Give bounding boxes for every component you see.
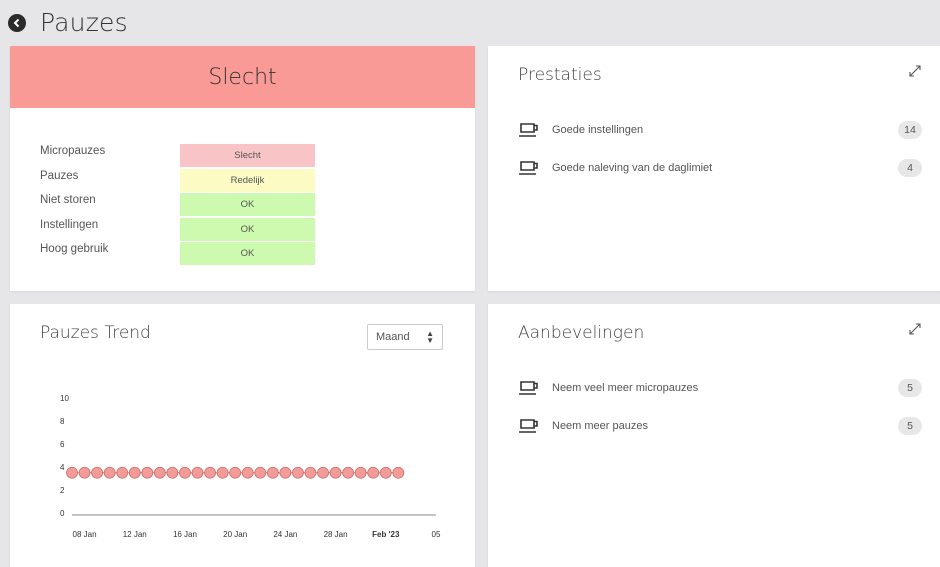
data-point: [379, 466, 392, 479]
x-tick-label: 24 Jan: [273, 530, 297, 539]
trend-chart: 0 2 4 6 8 10 08 Jan 12 Jan 16 Jan 20 Jan 24 Jan 28 …: [60, 394, 441, 539]
count-badge: 14: [898, 121, 922, 139]
status-row-pauzes: Pauzes Redelijk: [40, 167, 315, 192]
status-list: Micropauzes Slecht Pauzes Redelijk Niet …: [40, 142, 315, 265]
data-point: [392, 466, 405, 479]
recommendations-list: Neem veel meer micropauzes 5 Neem meer p…: [518, 369, 922, 445]
list-item: Goede naleving van de daglimiet 4: [518, 149, 922, 187]
overall-status-banner: Slecht: [10, 46, 475, 108]
data-point: [128, 466, 141, 479]
back-icon[interactable]: [8, 14, 26, 32]
data-point: [141, 466, 154, 479]
x-tick-label: 05: [432, 530, 441, 539]
status-row-instellingen: Instellingen OK: [40, 216, 315, 241]
y-tick-label: 10: [60, 394, 69, 403]
data-point: [304, 466, 317, 479]
item-label: Neem meer pauzes: [552, 420, 648, 432]
data-point: [103, 466, 116, 479]
count-badge: 4: [898, 159, 922, 177]
coffee-cup-icon: [518, 418, 540, 434]
coffee-cup-icon: [518, 160, 540, 176]
page-title: Pauzes: [40, 8, 128, 37]
data-point: [229, 466, 242, 479]
item-label: Goede instellingen: [552, 124, 644, 136]
status-badge: Slecht: [180, 144, 315, 167]
data-point: [116, 466, 129, 479]
x-tick-label: 12 Jan: [123, 530, 147, 539]
data-point: [241, 466, 254, 479]
status-badge: OK: [180, 193, 315, 216]
data-point: [329, 466, 342, 479]
coffee-cup-icon: [518, 380, 540, 396]
data-point: [367, 466, 380, 479]
list-item: Neem meer pauzes 5: [518, 407, 922, 445]
y-tick-label: 8: [60, 417, 65, 426]
expand-icon[interactable]: [908, 64, 922, 78]
data-point: [191, 466, 204, 479]
trend-card: Pauzes Trend Maand ▲ ▼ 0 2 4 6 8 10 08 Jan 12 Ja…: [10, 304, 475, 567]
data-point: [153, 466, 166, 479]
data-point: [354, 466, 367, 479]
status-row-niet-storen: Niet storen OK: [40, 191, 315, 216]
status-label: Niet storen: [40, 194, 96, 206]
y-tick-label: 0: [60, 509, 65, 518]
data-point: [317, 466, 329, 479]
data-point: [179, 466, 191, 479]
recommendations-card: Aanbevelingen Neem veel meer micropauzes…: [488, 304, 940, 567]
achievements-card: Prestaties Goede instellingen 14 Goede n…: [488, 46, 940, 291]
data-point: [254, 466, 267, 479]
x-tick-label: 16 Jan: [173, 530, 197, 539]
status-row-hoog-gebruik: Hoog gebruik OK: [40, 240, 315, 265]
data-point: [204, 466, 216, 479]
list-item: Goede instellingen 14: [518, 111, 922, 149]
data-point: [78, 466, 91, 479]
status-card: Slecht Micropauzes Slecht Pauzes Redelij…: [10, 46, 475, 291]
status-label: Micropauzes: [40, 145, 106, 157]
achievements-list: Goede instellingen 14 Goede naleving van…: [518, 111, 922, 187]
x-tick-label: Feb '23: [372, 530, 400, 539]
count-badge: 5: [898, 417, 922, 435]
data-point: [216, 466, 229, 479]
x-tick-label: 20 Jan: [223, 530, 247, 539]
x-tick-label: 28 Jan: [324, 530, 348, 539]
x-tick-label: 08 Jan: [73, 530, 97, 539]
item-label: Goede naleving van de daglimiet: [552, 162, 713, 174]
expand-icon[interactable]: [908, 322, 922, 336]
data-point: [279, 466, 292, 479]
status-badge: OK: [180, 242, 315, 265]
y-tick-label: 4: [60, 463, 65, 472]
y-tick-label: 2: [60, 486, 65, 495]
page-header: Pauzes: [0, 0, 940, 44]
list-item: Neem veel meer micropauzes 5: [518, 369, 922, 407]
coffee-cup-icon: [518, 122, 540, 138]
count-badge: 5: [898, 379, 922, 397]
data-point: [266, 466, 279, 479]
data-point: [66, 466, 78, 479]
status-label: Pauzes: [40, 169, 79, 182]
status-badge: Redelijk: [180, 168, 315, 192]
item-label: Neem veel meer micropauzes: [552, 382, 699, 394]
data-point: [166, 466, 179, 479]
data-point: [342, 466, 355, 479]
data-point: [91, 466, 104, 479]
status-label: Instellingen: [40, 218, 99, 231]
y-tick-label: 6: [60, 440, 65, 449]
achievements-title: Prestaties: [518, 65, 602, 85]
recommendations-title: Aanbevelingen: [518, 323, 645, 343]
status-label: Hoog gebruik: [40, 243, 109, 255]
data-point: [292, 466, 304, 479]
status-badge: OK: [180, 217, 315, 241]
status-row-micropauzes: Micropauzes Slecht: [40, 142, 315, 167]
